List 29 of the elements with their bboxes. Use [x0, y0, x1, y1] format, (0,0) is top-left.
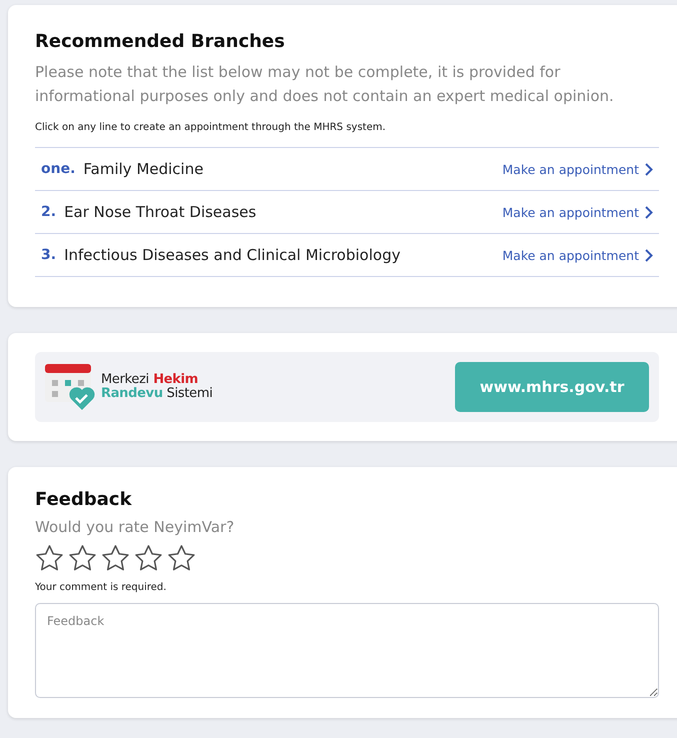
branch-name: Ear Nose Throat Diseases [64, 203, 258, 221]
branch-number: 3. [41, 247, 56, 263]
section-title: Feedback [35, 489, 133, 510]
branch-name: Infectious Diseases and Clinical Microbiology [64, 246, 402, 264]
feedback-field[interactable]: Feedback [35, 603, 659, 698]
star-icon[interactable] [35, 544, 64, 572]
logo-text: Merkezi Hekim Randevu Sistemi [101, 373, 213, 401]
star-icon[interactable] [167, 544, 196, 572]
star-icon[interactable] [101, 544, 130, 572]
chevron-icon [645, 162, 653, 176]
star-icon[interactable] [134, 544, 163, 572]
branch-row[interactable]: 2. Ear Nose Throat Diseases Make an appointment [35, 191, 659, 234]
appointment-link[interactable]: Make an appointment [502, 248, 653, 262]
rating-question: Would you rate NeyimVar? [35, 518, 236, 536]
disclaimer-text: Please note that the list below may not be complete, it is provided for informational purposes only and does not contain an expert medical opinion. [35, 62, 615, 107]
chevron-icon [645, 248, 653, 262]
appointment-link[interactable]: Make an appointment [502, 204, 653, 220]
star-icon[interactable] [68, 544, 97, 572]
branch-number: 2. [41, 204, 56, 220]
required-text: Your comment is required. [35, 582, 168, 593]
appointment-link[interactable]: Make an appointment [502, 162, 653, 176]
chevron-icon [645, 206, 653, 218]
calendar-heart-icon [45, 364, 95, 410]
branch-row[interactable]: 3. Infectious Diseases and Clinical Microbiology Make an appointment [35, 234, 659, 277]
hint-text: Click on any line to create an appointment through the MHRS system. [35, 122, 387, 133]
section-title: Recommended Branches [35, 31, 286, 52]
branch-number: one. [41, 161, 76, 177]
branch-name: Family Medicine [83, 160, 204, 178]
branch-row[interactable]: one. Family Medicine Make an appointment [35, 148, 659, 191]
